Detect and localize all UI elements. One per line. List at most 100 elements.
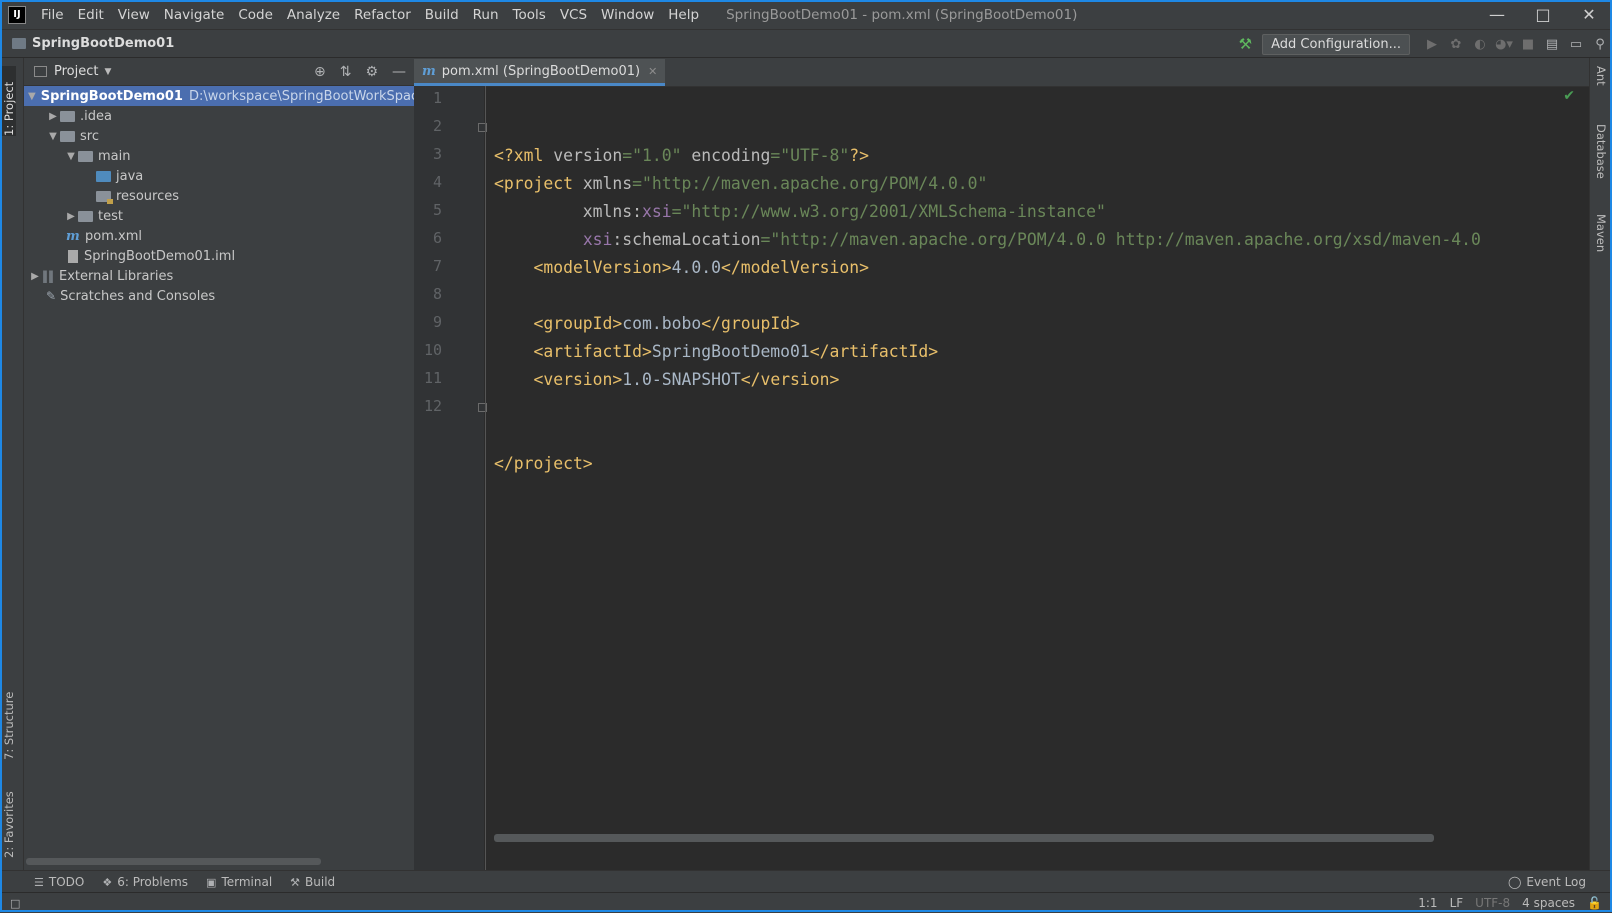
close-tab-icon[interactable]: ✕: [648, 65, 657, 78]
run-icon[interactable]: ▶: [1420, 37, 1444, 52]
menu-tools[interactable]: Tools: [506, 7, 553, 23]
inspection-ok-icon[interactable]: ✔: [1563, 88, 1575, 104]
menu-help[interactable]: Help: [661, 7, 706, 23]
folder-icon: [60, 130, 75, 142]
folder-icon: [60, 110, 75, 122]
search-icon[interactable]: ⚲: [1588, 37, 1612, 52]
terminal-tool-button[interactable]: ▣ Terminal: [206, 875, 272, 889]
code-line-5[interactable]: <modelVersion>4.0.0</modelVersion>: [494, 258, 869, 277]
tree-item-label: pom.xml: [85, 228, 142, 244]
tree-item-test[interactable]: ▶ test: [24, 206, 414, 226]
tree-item-label: java: [116, 168, 144, 184]
gear-icon[interactable]: ⚙: [365, 64, 378, 80]
indent-setting[interactable]: 4 spaces: [1522, 896, 1575, 910]
todo-tool-button[interactable]: ☰ TODO: [34, 875, 84, 889]
structure-tool-tab[interactable]: 7: Structure: [2, 680, 16, 760]
project-tree: ▼ SpringBootDemo01 D:\workspace\SpringBo…: [24, 86, 431, 306]
menu-navigate[interactable]: Navigate: [157, 7, 232, 23]
breadcrumb[interactable]: SpringBootDemo01: [32, 36, 174, 51]
problems-label: 6: Problems: [117, 875, 189, 889]
file-encoding[interactable]: UTF-8: [1475, 896, 1510, 910]
chevron-down-icon[interactable]: ▼: [104, 67, 111, 77]
tree-item-src[interactable]: ▼ src: [24, 126, 414, 146]
debug-icon[interactable]: ✿: [1444, 37, 1468, 52]
expand-arrow-icon[interactable]: ▼: [28, 91, 36, 102]
database-tool-tab[interactable]: Database: [1594, 124, 1608, 179]
code-line-7[interactable]: <groupId>com.bobo</groupId>: [494, 314, 799, 333]
tree-item-resources[interactable]: resources: [24, 186, 414, 206]
code-line-1[interactable]: <?xml version="1.0" encoding="UTF-8"?>: [494, 146, 869, 165]
coverage-icon[interactable]: ◐: [1468, 37, 1492, 52]
tree-item-scratches[interactable]: ✎ Scratches and Consoles: [24, 286, 414, 306]
menu-edit[interactable]: Edit: [71, 7, 111, 23]
status-bar: □ 1:1 LF UTF-8 4 spaces 🔓: [0, 892, 1612, 913]
project-structure-icon[interactable]: ▤: [1540, 37, 1564, 52]
close-icon[interactable]: ✕: [1566, 0, 1612, 29]
tree-item-idea[interactable]: ▶ .idea: [24, 106, 414, 126]
editor-area: m pom.xml (SpringBootDemo01) ✕ 1 2 3 4 5…: [414, 58, 1589, 870]
menu-code[interactable]: Code: [231, 7, 280, 23]
maximize-icon[interactable]: □: [1520, 0, 1566, 29]
collapsed-arrow-icon[interactable]: ▶: [64, 211, 78, 222]
tree-item-label: External Libraries: [59, 268, 174, 284]
menu-build[interactable]: Build: [418, 7, 466, 23]
project-horizontal-scrollbar[interactable]: [26, 858, 321, 865]
terminal-icon: ▣: [206, 875, 217, 889]
layout-icon[interactable]: ▭: [1564, 37, 1588, 52]
code-line-4[interactable]: xsi:schemaLocation="http://maven.apache.…: [494, 230, 1481, 249]
minimize-icon[interactable]: —: [1474, 0, 1520, 29]
menu-file[interactable]: File: [34, 7, 71, 23]
project-folder-icon: [12, 38, 26, 49]
stop-icon[interactable]: ■: [1516, 37, 1540, 52]
tree-item-external-libraries[interactable]: ▶ ‖‖ External Libraries: [24, 266, 414, 286]
line-number: 11: [423, 369, 442, 387]
lock-icon[interactable]: 🔓: [1587, 896, 1602, 910]
line-number: 8: [432, 285, 442, 303]
menu-analyze[interactable]: Analyze: [280, 7, 347, 23]
menu-window[interactable]: Window: [594, 7, 661, 23]
tree-item-main[interactable]: ▼ main: [24, 146, 414, 166]
editor-horizontal-scrollbar[interactable]: [494, 834, 1434, 842]
structure-tool-label: 7: Structure: [2, 691, 16, 760]
code-line-9[interactable]: <version>1.0-SNAPSHOT</version>: [494, 370, 839, 389]
maven-tool-tab[interactable]: Maven: [1594, 214, 1608, 252]
menu-run[interactable]: Run: [466, 7, 506, 23]
line-number: 3: [432, 145, 442, 163]
code-line-2[interactable]: <project xmlns="http://maven.apache.org/…: [494, 174, 987, 193]
tree-item-pom[interactable]: m pom.xml: [24, 226, 414, 246]
menu-refactor[interactable]: Refactor: [347, 7, 418, 23]
locate-icon[interactable]: ⊕: [314, 64, 326, 80]
ant-tool-tab[interactable]: Ant: [1594, 66, 1608, 86]
tool-windows-toggle-icon[interactable]: □: [10, 897, 20, 910]
favorites-tool-tab[interactable]: 2: Favorites: [2, 778, 16, 858]
add-configuration-button[interactable]: Add Configuration...: [1262, 33, 1410, 55]
tree-item-java[interactable]: java: [24, 166, 414, 186]
tree-item-path: D:\workspace\SpringBootWorkSpace\: [188, 88, 431, 104]
line-number: 4: [432, 173, 442, 191]
event-log-button[interactable]: ◯ Event Log: [1508, 871, 1586, 893]
collapsed-arrow-icon[interactable]: ▶: [46, 111, 60, 122]
menu-vcs[interactable]: VCS: [553, 7, 594, 23]
code-line-12[interactable]: </project>: [494, 454, 593, 473]
code-line-8[interactable]: <artifactId>SpringBootDemo01</artifactId…: [494, 342, 938, 361]
menu-view[interactable]: View: [111, 7, 157, 23]
code-line-3[interactable]: xmlns:xsi="http://www.w3.org/2001/XMLSch…: [494, 202, 1106, 221]
build-tool-button[interactable]: ⚒ Build: [290, 875, 335, 889]
collapse-all-icon[interactable]: ⇅: [340, 64, 352, 80]
tree-item-iml[interactable]: SpringBootDemo01.iml: [24, 246, 414, 266]
intellij-logo-icon: IJ: [8, 5, 26, 24]
project-tool-tab[interactable]: 1: Project: [2, 66, 16, 136]
expand-arrow-icon[interactable]: ▼: [64, 151, 78, 162]
collapsed-arrow-icon[interactable]: ▶: [28, 271, 42, 282]
tree-item-label: main: [98, 148, 131, 164]
build-hammer-icon[interactable]: ⚒: [1239, 35, 1252, 53]
project-view-selector[interactable]: Project: [54, 64, 98, 79]
tree-item-root[interactable]: ▼ SpringBootDemo01 D:\workspace\SpringBo…: [24, 86, 431, 106]
caret-position[interactable]: 1:1: [1418, 896, 1437, 910]
hide-icon[interactable]: —: [392, 64, 406, 80]
problems-tool-button[interactable]: ❖ 6: Problems: [102, 875, 188, 889]
tab-pom-xml[interactable]: m pom.xml (SpringBootDemo01) ✕: [414, 59, 666, 86]
profile-icon[interactable]: ◕▾: [1492, 37, 1516, 52]
line-separator[interactable]: LF: [1450, 896, 1464, 910]
expand-arrow-icon[interactable]: ▼: [46, 131, 60, 142]
